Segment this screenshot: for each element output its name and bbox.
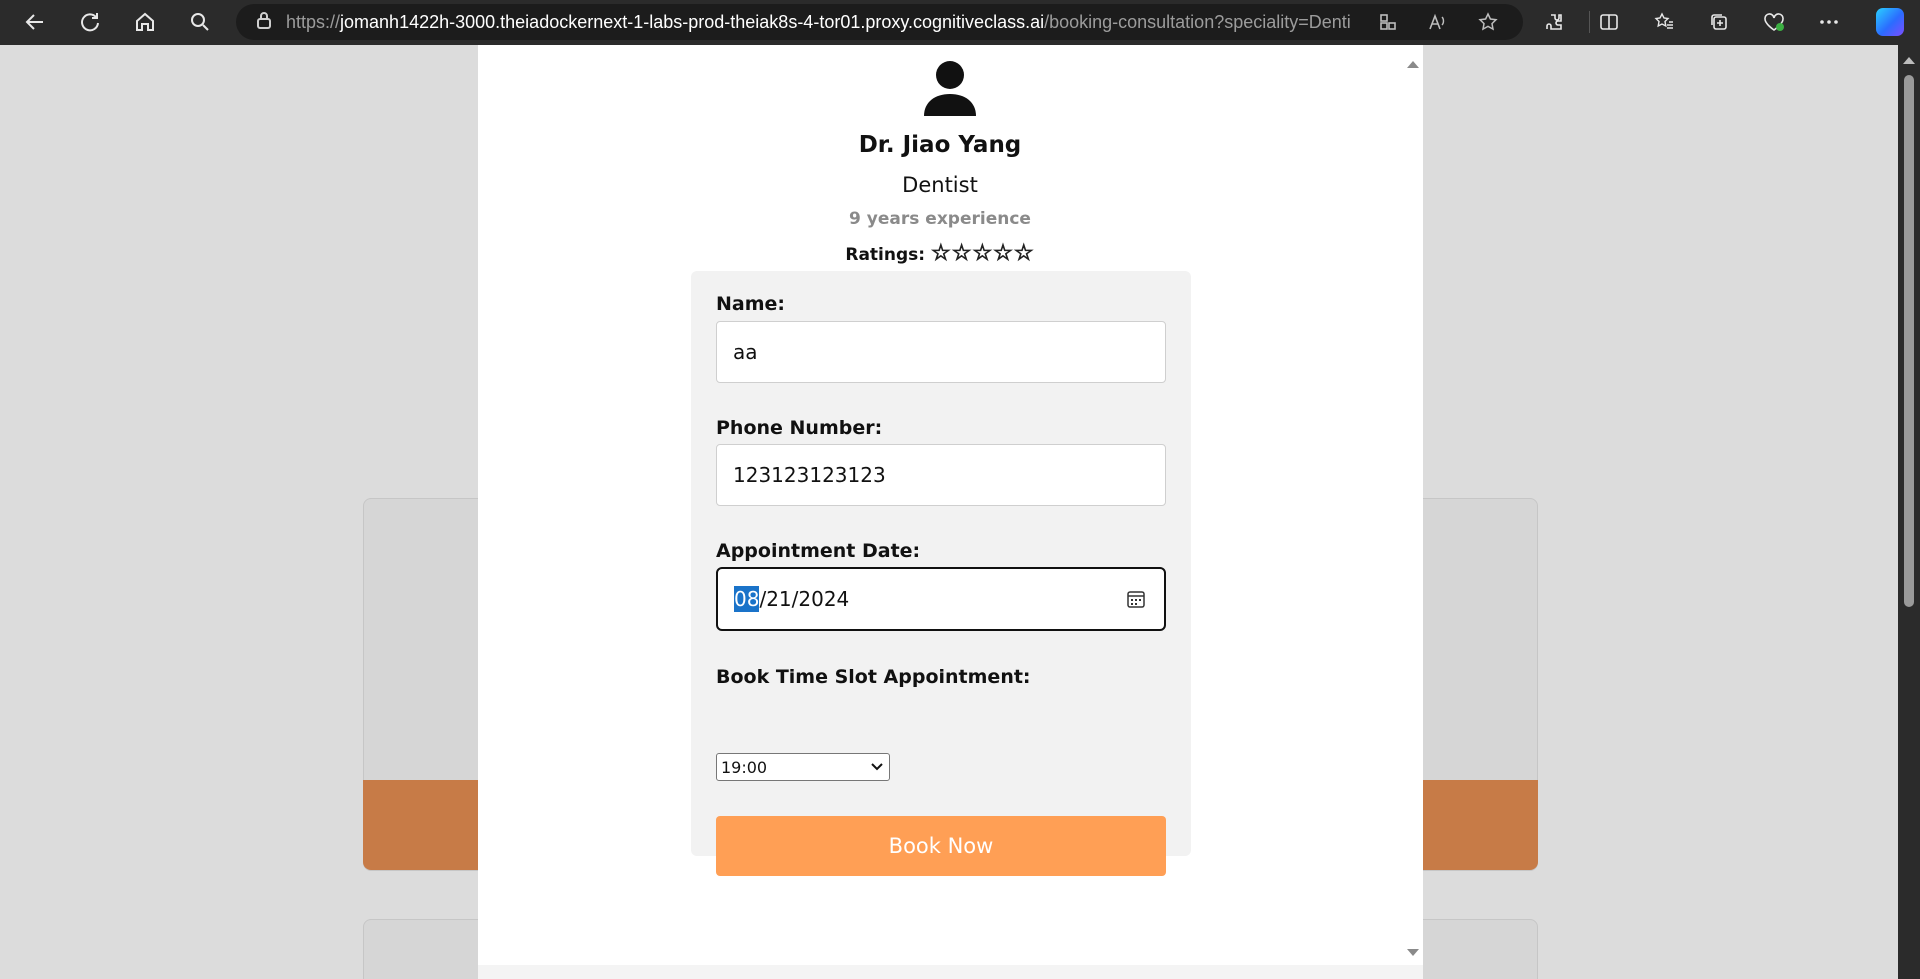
favorites-icon[interactable] <box>1647 5 1681 39</box>
doctor-avatar-icon <box>924 61 976 116</box>
name-input-value: aa <box>733 340 758 364</box>
modal-scroll-down-arrow[interactable] <box>1407 949 1419 956</box>
url-host: jomanh1422h-3000.theiadockernext-1-labs-… <box>340 11 1045 32</box>
doctor-ratings: Ratings: ☆☆☆☆☆ <box>478 241 1402 267</box>
read-aloud-icon[interactable] <box>1421 5 1455 39</box>
copilot-icon[interactable] <box>1876 8 1904 36</box>
ratings-label: Ratings: <box>845 245 926 265</box>
url-path: /booking-consultation?speciality=Dentist <box>1044 11 1351 32</box>
search-icon[interactable] <box>183 5 217 39</box>
book-now-button[interactable]: Book Now <box>716 816 1166 876</box>
doctor-speciality: Dentist <box>902 173 978 197</box>
doctor-experience: 9 years experience <box>849 209 1031 229</box>
toolbar-separator <box>1589 11 1590 33</box>
date-label: Appointment Date: <box>716 540 921 562</box>
browser-actions <box>1537 5 1846 39</box>
modal-scroll-up-arrow[interactable] <box>1407 61 1419 68</box>
phone-input[interactable]: 123123123123 <box>716 444 1166 506</box>
address-bar-actions <box>1371 5 1505 39</box>
scrollbar-thumb[interactable] <box>1904 75 1914 607</box>
address-bar[interactable]: https://jomanh1422h-3000.theiadockernext… <box>236 4 1523 40</box>
booking-form: Name: aa Phone Number: 123123123123 Appo… <box>691 271 1191 876</box>
app-available-icon[interactable] <box>1371 5 1405 39</box>
url-scheme: https:// <box>286 11 341 32</box>
home-icon[interactable] <box>128 5 162 39</box>
url-text[interactable]: https://jomanh1422h-3000.theiadockernext… <box>286 12 1351 33</box>
modal-horizontal-scrollbar[interactable] <box>478 965 1423 979</box>
rating-stars-icon: ☆☆☆☆☆ <box>931 241 1035 267</box>
browser-essentials-icon[interactable] <box>1757 5 1791 39</box>
lock-icon[interactable] <box>256 11 272 33</box>
favorite-star-icon[interactable] <box>1471 5 1505 39</box>
refresh-icon[interactable] <box>73 5 107 39</box>
date-month-segment[interactable]: 08 <box>734 586 760 612</box>
doctor-name: Dr. Jiao Yang <box>858 132 1022 158</box>
scroll-up-arrow[interactable] <box>1903 57 1915 64</box>
date-day-year-segment[interactable]: /21/2024 <box>759 587 849 611</box>
more-options-icon[interactable] <box>1812 5 1846 39</box>
phone-input-value: 123123123123 <box>733 463 886 487</box>
extensions-icon[interactable] <box>1537 5 1571 39</box>
booking-modal: Dr. Jiao Yang Dentist 9 years experience… <box>478 45 1423 979</box>
back-icon[interactable] <box>18 5 52 39</box>
appointment-date-input[interactable]: 08/21/2024 <box>716 567 1166 631</box>
page-scrollbar[interactable] <box>1898 45 1920 979</box>
time-slot-label: Book Time Slot Appointment: <box>716 666 1031 688</box>
time-slot-select[interactable]: 19:00 <box>716 753 890 781</box>
name-input[interactable]: aa <box>716 321 1166 383</box>
split-screen-icon[interactable] <box>1592 5 1626 39</box>
nav-controls <box>18 5 217 39</box>
calendar-icon[interactable] <box>1126 589 1146 609</box>
name-label: Name: <box>716 293 786 315</box>
collections-icon[interactable] <box>1702 5 1736 39</box>
time-slot-value: 19:00 <box>721 757 768 777</box>
browser-toolbar: https://jomanh1422h-3000.theiadockernext… <box>0 0 1920 45</box>
phone-label: Phone Number: <box>716 417 883 439</box>
chevron-down-icon <box>871 763 883 771</box>
